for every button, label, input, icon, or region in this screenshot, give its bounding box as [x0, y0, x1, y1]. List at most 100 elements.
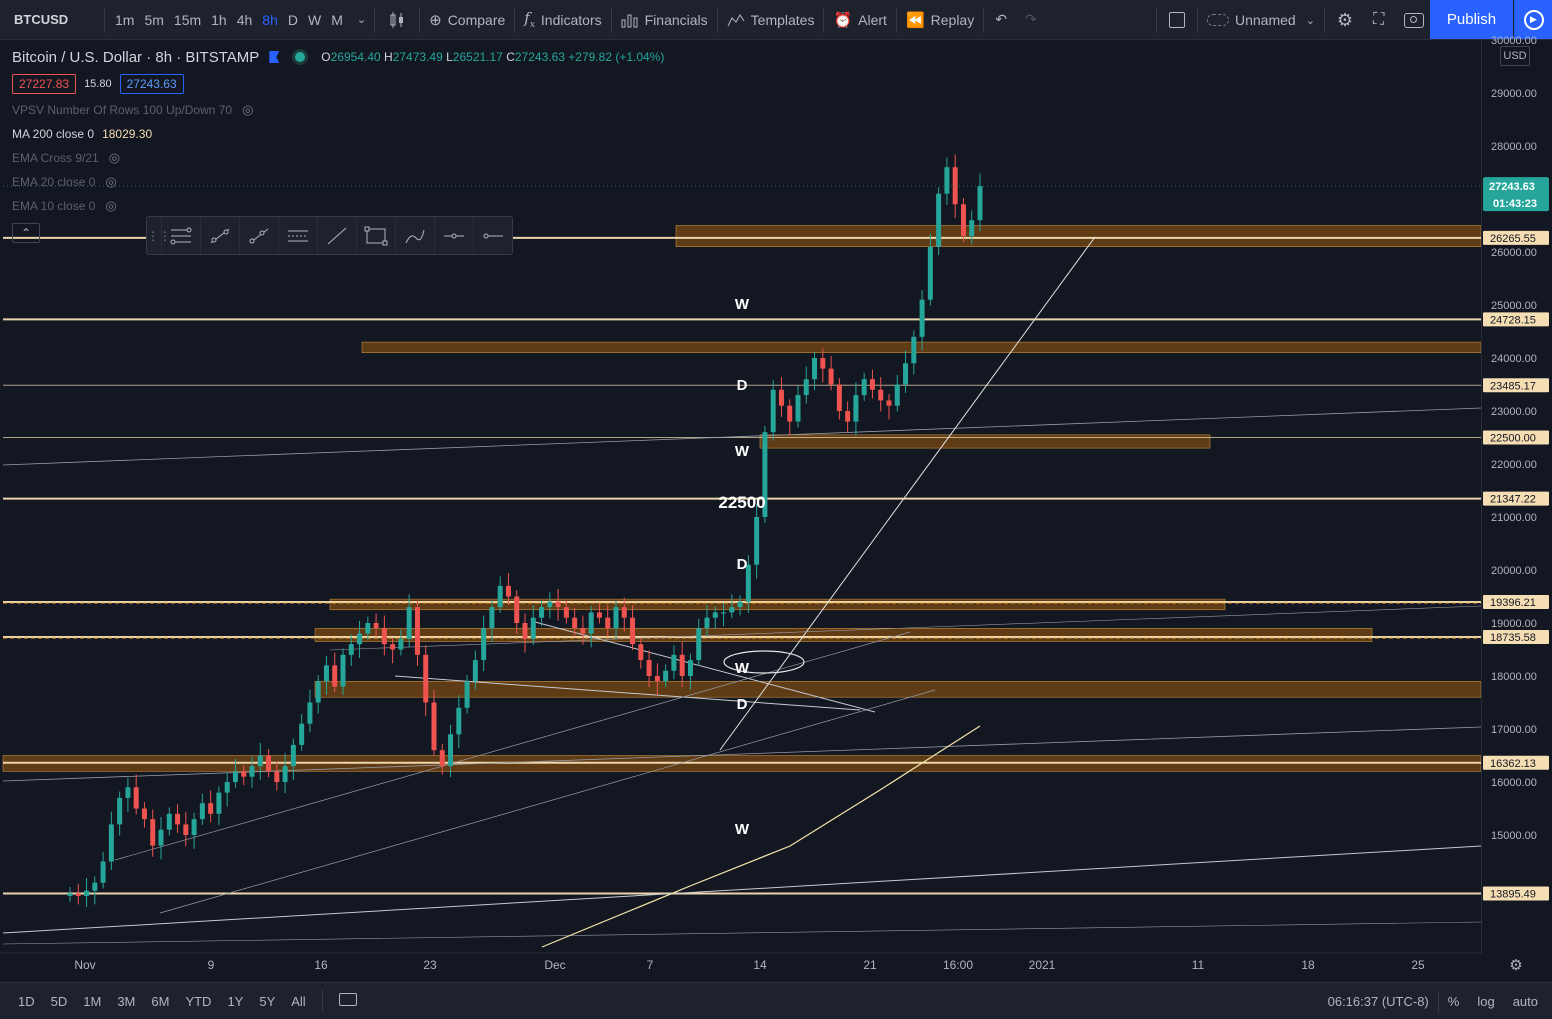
- candle[interactable]: [514, 590, 520, 635]
- chart-annotation-text[interactable]: 22500: [718, 493, 765, 512]
- candle[interactable]: [117, 791, 123, 836]
- candle[interactable]: [166, 807, 172, 836]
- candle[interactable]: [638, 637, 644, 669]
- goto-date-button[interactable]: [331, 993, 365, 1009]
- candle[interactable]: [919, 290, 925, 351]
- range-5y[interactable]: 5Y: [251, 994, 283, 1009]
- chart-annotation-text[interactable]: D: [737, 696, 748, 713]
- candle[interactable]: [125, 777, 131, 812]
- candle[interactable]: [795, 385, 801, 428]
- supply-demand-zone[interactable]: [675, 225, 1482, 248]
- trendline[interactable]: [2, 845, 1482, 934]
- candle[interactable]: [671, 645, 677, 680]
- candle[interactable]: [778, 377, 784, 417]
- candle[interactable]: [903, 350, 909, 393]
- candle[interactable]: [216, 786, 222, 825]
- candle[interactable]: [787, 399, 793, 436]
- candle[interactable]: [812, 351, 818, 391]
- candle[interactable]: [100, 851, 106, 889]
- symbol-title[interactable]: Bitcoin / U.S. Dollar · 8h · BITSTAMP: [12, 49, 259, 66]
- trendline[interactable]: [2, 921, 1482, 945]
- candle[interactable]: [266, 749, 272, 778]
- candle[interactable]: [960, 197, 966, 242]
- candle[interactable]: [770, 380, 776, 441]
- candle[interactable]: [869, 369, 875, 399]
- chart-annotation-text[interactable]: D: [737, 377, 748, 394]
- candle[interactable]: [183, 811, 189, 847]
- candle[interactable]: [191, 812, 197, 849]
- candle[interactable]: [679, 642, 685, 688]
- indicator-row[interactable]: VPSV Number Of Rows 100 Up/Down 70 ◎: [12, 98, 664, 122]
- candle[interactable]: [547, 592, 553, 619]
- hidden-eye-icon[interactable]: ◎: [105, 174, 116, 190]
- candle[interactable]: [332, 652, 338, 693]
- candle[interactable]: [92, 876, 98, 905]
- indicator-row[interactable]: EMA 20 close 0 ◎: [12, 170, 664, 194]
- bid-price[interactable]: 27227.83: [12, 74, 77, 94]
- indicator-row[interactable]: EMA 10 close 0 ◎: [12, 194, 664, 218]
- candle[interactable]: [894, 374, 900, 412]
- candle[interactable]: [84, 877, 90, 908]
- supply-demand-zone[interactable]: [314, 680, 1482, 698]
- candle[interactable]: [158, 816, 164, 860]
- candle[interactable]: [878, 377, 884, 412]
- candle[interactable]: [141, 802, 147, 828]
- candle[interactable]: [290, 738, 296, 780]
- range-all[interactable]: All: [283, 994, 313, 1009]
- hidden-eye-icon[interactable]: ◎: [242, 102, 253, 118]
- ask-price[interactable]: 27243.63: [119, 74, 184, 94]
- supply-demand-zone[interactable]: [759, 434, 1211, 449]
- candle[interactable]: [67, 886, 73, 902]
- range-1y[interactable]: 1Y: [219, 994, 251, 1009]
- candle[interactable]: [886, 394, 892, 420]
- candle[interactable]: [414, 600, 420, 666]
- candle[interactable]: [456, 695, 462, 749]
- parallel-channel-button[interactable]: [278, 217, 317, 254]
- ray-tool-button[interactable]: [239, 217, 278, 254]
- candle[interactable]: [820, 348, 826, 383]
- price-axis[interactable]: [1481, 40, 1552, 953]
- candle[interactable]: [853, 382, 859, 436]
- horizontal-line-button[interactable]: [434, 217, 473, 254]
- supply-demand-zone[interactable]: [361, 341, 1482, 354]
- candle[interactable]: [630, 604, 636, 651]
- candle[interactable]: [952, 154, 958, 219]
- percent-scale-toggle[interactable]: %: [1439, 994, 1469, 1009]
- candle[interactable]: [944, 157, 950, 205]
- candle[interactable]: [845, 401, 851, 433]
- candle[interactable]: [936, 187, 942, 256]
- indicator-row[interactable]: EMA Cross 9/21 ◎: [12, 146, 664, 170]
- candle[interactable]: [977, 173, 983, 232]
- brush-tool-button[interactable]: [395, 217, 434, 254]
- candle[interactable]: [175, 804, 181, 833]
- candle[interactable]: [431, 689, 437, 757]
- candle[interactable]: [522, 613, 528, 653]
- hidden-eye-icon[interactable]: ◎: [109, 150, 120, 166]
- candle[interactable]: [696, 618, 702, 666]
- candle[interactable]: [199, 793, 205, 825]
- candle[interactable]: [530, 604, 536, 645]
- candle[interactable]: [423, 645, 429, 717]
- candle[interactable]: [911, 330, 917, 375]
- range-5d[interactable]: 5D: [43, 994, 76, 1009]
- candle[interactable]: [754, 504, 760, 579]
- candle[interactable]: [257, 742, 263, 780]
- candle[interactable]: [224, 772, 230, 807]
- chart-annotation-text[interactable]: W: [735, 443, 750, 460]
- candle[interactable]: [75, 883, 81, 905]
- collapse-legend-button[interactable]: ⌃: [12, 223, 40, 243]
- chart-annotation-text[interactable]: W: [735, 821, 750, 838]
- supply-demand-zone[interactable]: [329, 598, 1226, 611]
- auto-scale-toggle[interactable]: auto: [1504, 994, 1552, 1009]
- range-1d[interactable]: 1D: [10, 994, 43, 1009]
- range-3m[interactable]: 3M: [109, 994, 143, 1009]
- candle[interactable]: [208, 790, 214, 823]
- candle[interactable]: [307, 689, 313, 733]
- candle[interactable]: [861, 372, 867, 401]
- candle[interactable]: [737, 595, 743, 616]
- range-ytd[interactable]: YTD: [177, 994, 219, 1009]
- range-1m[interactable]: 1M: [75, 994, 109, 1009]
- trendline[interactable]: [2, 726, 1482, 782]
- chart-annotation-text[interactable]: W: [735, 660, 750, 677]
- fib-tool-button[interactable]: [161, 217, 200, 254]
